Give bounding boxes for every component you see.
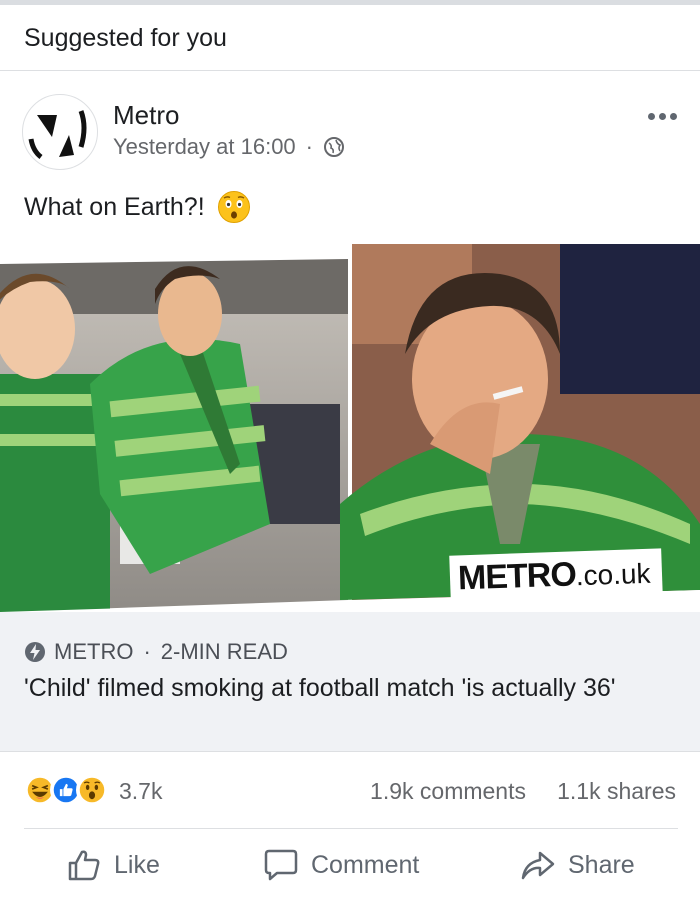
globe-icon bbox=[324, 137, 344, 157]
link-source-line: METRO · 2-MIN READ bbox=[24, 639, 288, 665]
page-avatar[interactable] bbox=[22, 94, 98, 170]
link-preview-card[interactable]: METRO · 2-MIN READ 'Child' filmed smokin… bbox=[0, 612, 700, 752]
thumbs-up-icon bbox=[68, 850, 100, 881]
post-stats: 3.7k 1.9k comments 1.1k shares bbox=[0, 752, 700, 828]
like-label: Like bbox=[114, 850, 160, 879]
suggested-label: Suggested for you bbox=[24, 24, 227, 52]
share-label: Share bbox=[568, 850, 635, 879]
post-photo[interactable]: METRO.co.uk bbox=[0, 244, 700, 612]
more-options-button[interactable] bbox=[640, 102, 684, 130]
link-title[interactable]: 'Child' filmed smoking at football match… bbox=[24, 672, 674, 705]
wow-icon bbox=[76, 774, 108, 806]
astonished-face-emoji bbox=[217, 191, 250, 223]
link-read-time: 2-MIN READ bbox=[160, 639, 288, 664]
post-meta: Yesterday at 16:00 · bbox=[113, 134, 345, 160]
meta-separator: · bbox=[305, 134, 313, 159]
metro-logo-icon bbox=[28, 110, 87, 159]
suggested-header: Suggested for you bbox=[0, 5, 700, 71]
post-actions: Like Comment Share bbox=[0, 829, 700, 900]
watermark-suffix: .co.uk bbox=[575, 557, 652, 592]
watermark-brand: METRO bbox=[457, 555, 577, 598]
source-separator: · bbox=[143, 639, 151, 664]
comment-button[interactable]: Comment bbox=[263, 847, 419, 883]
more-dot-icon bbox=[669, 112, 677, 120]
shares-count[interactable]: 1.1k shares bbox=[557, 778, 676, 805]
reaction-icons[interactable] bbox=[24, 774, 108, 806]
caption-text: What on Earth?! bbox=[24, 192, 205, 221]
share-button[interactable]: Share bbox=[520, 847, 635, 883]
more-dot-icon bbox=[658, 112, 666, 120]
lightning-icon bbox=[25, 642, 45, 662]
comment-bubble-icon bbox=[264, 849, 298, 881]
share-arrow-icon bbox=[521, 851, 555, 880]
page-name-link[interactable]: Metro bbox=[113, 100, 179, 131]
link-source: METRO bbox=[54, 639, 134, 664]
post-header: Metro Yesterday at 16:00 · bbox=[0, 72, 700, 172]
comment-label: Comment bbox=[311, 850, 420, 879]
post-caption: What on Earth?! bbox=[24, 190, 251, 224]
post-timestamp[interactable]: Yesterday at 16:00 bbox=[113, 134, 296, 160]
more-dot-icon bbox=[647, 112, 655, 120]
like-button[interactable]: Like bbox=[66, 847, 160, 883]
metro-watermark: METRO.co.uk bbox=[449, 548, 664, 603]
reaction-count[interactable]: 3.7k bbox=[119, 778, 162, 805]
comments-count[interactable]: 1.9k comments bbox=[370, 778, 526, 805]
